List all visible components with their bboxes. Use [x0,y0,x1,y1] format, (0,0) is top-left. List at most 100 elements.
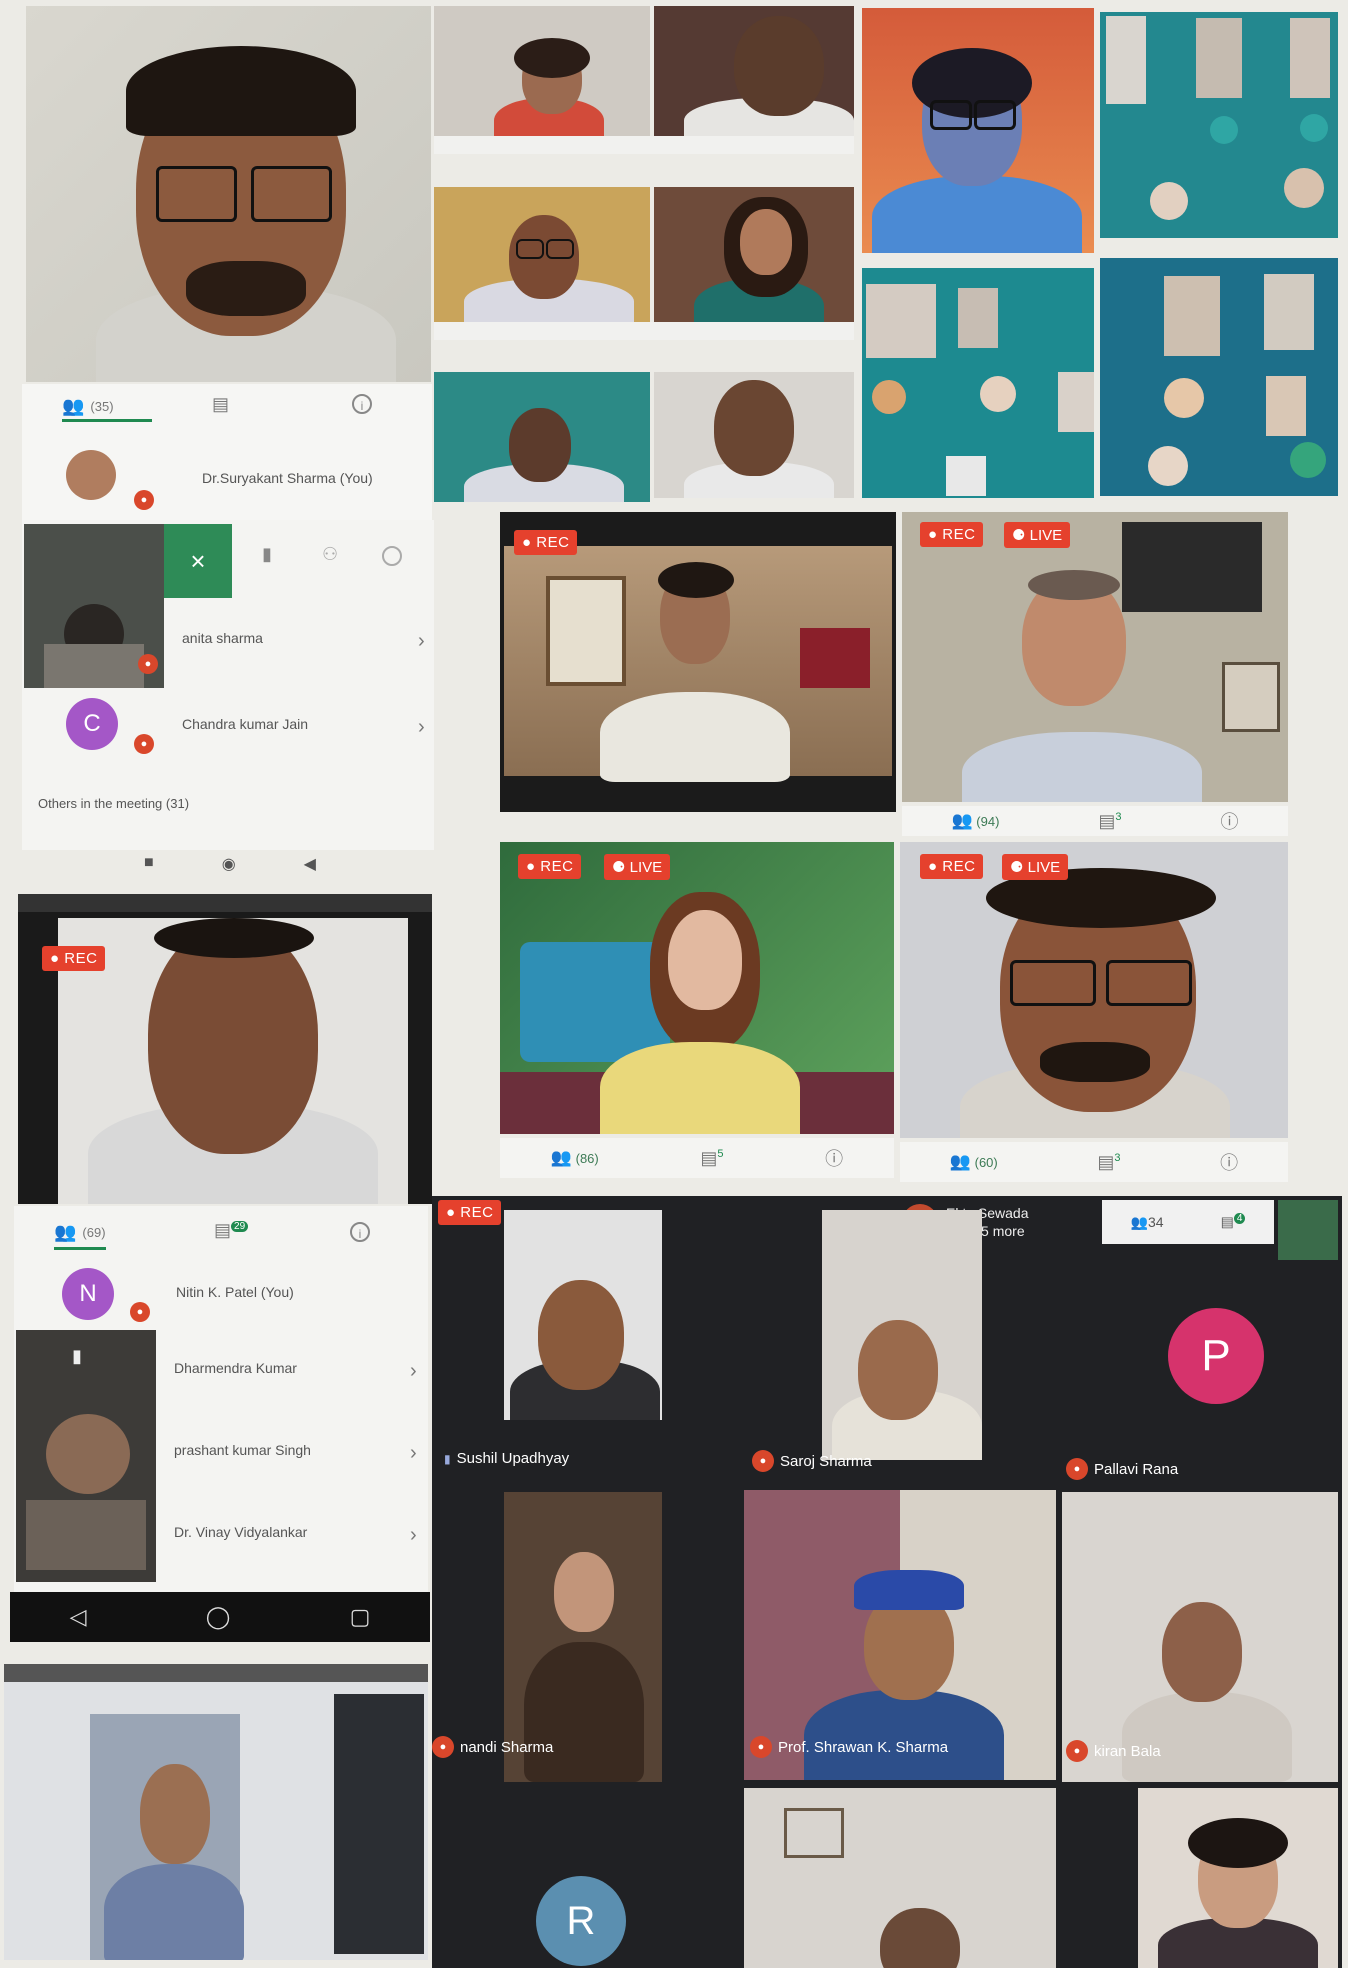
chat-icon[interactable]: ▤ [212,394,229,415]
video-tile-grid-view [1100,12,1338,238]
android-nav-bar: ■ ◉ ◀ [110,854,350,878]
home-icon[interactable]: ◉ [222,854,236,878]
chat-icon[interactable]: ▤ 29 [214,1220,249,1241]
side-participant-strip [334,1694,424,1954]
participant-row[interactable]: anita sharma › [182,630,432,656]
recents-icon[interactable]: ▢ [350,1604,371,1630]
mic-off-icon: ● [752,1450,774,1472]
chevron-right-icon: › [418,716,425,738]
people-count: (35) [90,399,114,414]
participant-name: Dr. Vinay Vidyalankar [174,1524,308,1540]
chat-icon[interactable]: ▤5 [700,1148,723,1169]
video-tile-grid-view [862,268,1094,498]
rec-dot-icon: ● [526,858,536,875]
chevron-right-icon: › [410,1524,417,1546]
others-label: Others in the meeting (31) [38,796,190,811]
rec-badge: ● REC [920,522,984,547]
rec-badge: ● REC [518,854,582,879]
participant-tile [504,1210,662,1420]
home-icon[interactable]: ◯ [206,1604,231,1630]
people-icon: 👥 [54,1222,77,1242]
tab-people[interactable]: 👥 (35) [62,394,152,422]
rec-badge: ● REC [438,1200,502,1225]
video-tile-main-speaker [26,6,431,382]
video-tile-toolbar [434,322,854,340]
participant-row[interactable]: Chandra kumar Jain › [182,716,432,742]
pin-icon[interactable]: ▮ [262,544,272,565]
participant-name-label: ● kiran Bala [1066,1740,1161,1762]
people-icon: 👥 [62,396,85,416]
people-icon: 👥 [951,811,973,830]
participant-tile [1138,1788,1338,1968]
video-tile [434,187,650,322]
participant-name-label: ▮ Sushil Upadhyay [444,1450,570,1467]
participant-row[interactable]: prashant kumar Singh › [174,1442,424,1468]
participant-name: anita sharma [182,630,263,646]
video-tile-minister: ● REC [500,512,896,812]
back-icon[interactable]: ◀ [304,854,316,878]
video-tile-speaker-3: ● REC ⚈ LIVE [500,842,894,1134]
mic-on-icon: ▮ [444,1451,451,1466]
info-icon[interactable]: ⓘ [825,1145,843,1171]
video-tile [654,6,854,136]
rec-badge: ● REC [514,530,578,555]
participant-row[interactable]: Dr. Vinay Vidyalankar › [174,1524,424,1550]
tab-people[interactable]: 👥 (69) [54,1222,106,1250]
rec-dot-icon: ● [522,534,532,551]
live-icon: ⚈ [1010,859,1024,876]
video-tile [654,187,854,337]
mic-off-icon: ● [134,490,154,510]
chevron-right-icon: › [410,1442,417,1464]
participant-name: Dharmendra Kumar [174,1360,297,1376]
meeting-toolbar: 👥 (60) ▤3 ⓘ [900,1142,1288,1182]
participants-panel-1: × ▮ ⚇ ● anita sharma › C ● Chandra kumar… [22,520,434,850]
chat-icon[interactable]: ▤3 [1097,1152,1120,1173]
meeting-toolbar: 👥 (94) ▤3 ⓘ [902,806,1288,836]
avatar: R [536,1876,626,1966]
mute-icon[interactable]: ⚇ [322,544,338,565]
info-icon[interactable]: i [350,1222,370,1242]
participant-row[interactable]: Dharmendra Kumar › [174,1360,424,1386]
rec-dot-icon: ● [446,1204,456,1221]
close-overlay[interactable]: × [164,524,232,598]
info-icon[interactable]: ⓘ [1220,1149,1238,1175]
avatar: C [66,698,118,750]
avatar: N [62,1268,114,1320]
pin-icon: ▮ [72,1346,82,1366]
participant-tile [744,1788,1056,1968]
remove-icon[interactable] [382,546,402,566]
chat-icon[interactable]: ▤ 4 [1221,1213,1246,1231]
video-tile [434,372,650,502]
live-icon: ⚈ [612,859,626,876]
tab-people[interactable]: 👥 (94) [951,811,999,831]
participants-panel-top: 👥 (35) ▤ i ● Dr.Suryakant Sharma (You) [22,384,432,524]
recents-icon[interactable]: ■ [144,854,154,878]
avatar: P [1168,1308,1264,1404]
tab-people[interactable]: 👥 (86) [551,1148,599,1168]
glasses [156,166,237,222]
people-icon: 👥 [550,1148,572,1167]
info-icon[interactable]: i [352,394,372,414]
live-badge: ⚈ LIVE [604,854,671,880]
back-icon[interactable]: ◁ [70,1604,87,1630]
people-icon: 👥 [1130,1213,1148,1230]
rec-badge: ● REC [920,854,984,879]
phone-video-tile: ● REC [18,894,432,1204]
participant-tile [1062,1492,1338,1782]
people-count[interactable]: 👥34 [1131,1214,1164,1231]
participant-name-label: ● Prof. Shrawan K. Sharma [750,1736,948,1758]
self-name: Dr.Suryakant Sharma (You) [202,470,373,486]
chat-icon[interactable]: ▤3 [1098,811,1121,832]
video-tile [862,8,1094,253]
self-avatar [66,450,116,500]
live-icon: ⚈ [1012,527,1026,544]
video-tile [654,372,854,498]
rec-badge: ● REC [42,946,106,971]
mic-off-icon: ● [1066,1740,1088,1762]
glasses [251,166,332,222]
rec-dot-icon: ● [928,526,938,543]
tab-people[interactable]: 👥 (60) [950,1152,998,1172]
laptop-screen-tile [4,1664,428,1960]
self-preview-video: ▮ [16,1330,156,1582]
info-icon[interactable]: ⓘ [1220,808,1238,834]
